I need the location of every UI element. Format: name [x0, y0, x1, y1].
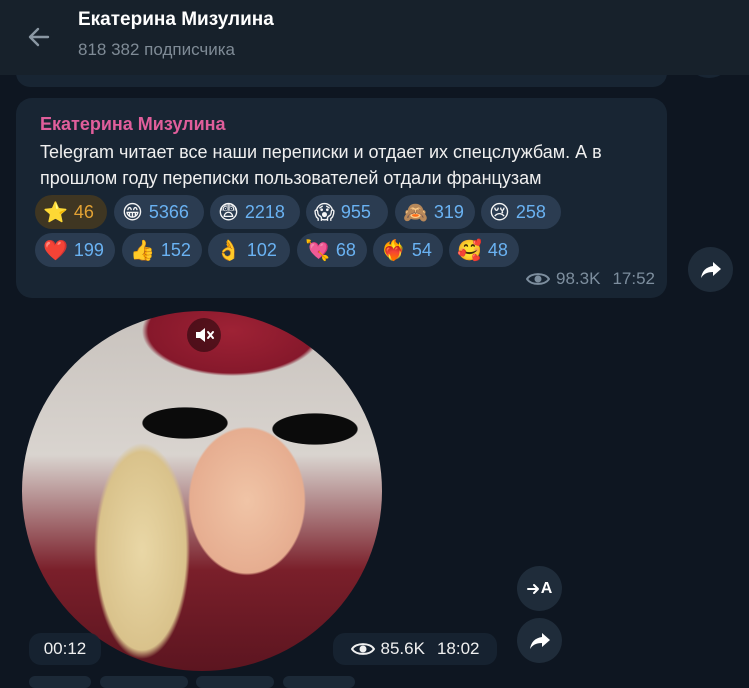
cry-emoji-icon: 😢 [489, 200, 510, 224]
reaction-count: 68 [335, 239, 356, 260]
reaction-heart[interactable]: ❤️ 199 [35, 233, 115, 267]
reaction-star[interactable]: ⭐ 46 [35, 195, 107, 229]
chat-header: Екатерина Мизулина 818 382 подписчика [0, 0, 749, 75]
video-view-count: 85.6K [380, 639, 425, 658]
monkey-emoji-icon: 🙈 [403, 200, 428, 224]
reaction-heart-on-fire[interactable]: ❤️‍🔥 54 [373, 233, 443, 267]
next-message-reactions-edge [0, 676, 749, 688]
subscriber-count: 818 382 подписчика [78, 40, 236, 59]
reaction-count: 46 [73, 201, 94, 222]
message-meta: 98.3K 17:52 [526, 269, 655, 289]
view-count: 98.3K [556, 269, 601, 288]
reaction-count: 54 [411, 239, 432, 260]
muted-speaker-icon[interactable] [187, 318, 221, 352]
message-bubble[interactable]: Екатерина Мизулина Telegram читает все н… [16, 98, 667, 298]
heart-on-fire-emoji-icon: ❤️‍🔥 [381, 238, 406, 262]
ok-hand-emoji-icon: 👌 [216, 238, 241, 262]
heart-emoji-icon: ❤️ [43, 238, 68, 262]
scream-emoji-icon: 😱 [314, 200, 335, 224]
reaction-count: 2218 [244, 201, 285, 222]
video-message[interactable] [22, 311, 382, 671]
fearful-emoji-icon: 😨 [218, 200, 239, 224]
reaction-count: 955 [340, 201, 371, 222]
share-arrow-icon [700, 261, 721, 278]
eye-icon [526, 273, 551, 285]
reaction-fearful[interactable]: 😨 2218 [210, 195, 300, 229]
reaction-count: 102 [246, 239, 277, 260]
reaction-grin[interactable]: 😁 5366 [114, 195, 204, 229]
thumbs-up-emoji-icon: 👍 [130, 238, 155, 262]
channel-title[interactable]: Екатерина Мизулина [78, 9, 274, 31]
reaction-ok-hand[interactable]: 👌 102 [208, 233, 290, 267]
star-emoji-icon: ⭐ [43, 200, 68, 224]
reaction-smiling-hearts[interactable]: 🥰 48 [449, 233, 519, 267]
video-time: 18:02 [436, 639, 480, 658]
video-duration-text: 00:12 [43, 639, 87, 658]
share-button[interactable] [688, 247, 733, 292]
message-text: Telegram читает все наши переписки и отд… [40, 142, 602, 188]
translate-button[interactable]: A [517, 566, 562, 611]
video-duration: 00:12 [29, 633, 101, 665]
reaction-see-no-evil[interactable]: 🙈 319 [395, 195, 475, 229]
reaction-cry[interactable]: 😢 258 [481, 195, 561, 229]
reaction-thumbs-up[interactable]: 👍 152 [122, 233, 202, 267]
reaction-count: 258 [515, 201, 546, 222]
message-sender[interactable]: Екатерина Мизулина [40, 114, 226, 135]
grin-emoji-icon: 😁 [122, 200, 143, 224]
reaction-count: 319 [433, 201, 464, 222]
translate-label: A [540, 579, 553, 597]
heart-arrow-emoji-icon: 💘 [305, 238, 330, 262]
back-arrow-icon[interactable] [24, 22, 54, 52]
eye-icon [350, 643, 375, 655]
reaction-scream[interactable]: 😱 955 [306, 195, 388, 229]
reaction-heart-arrow[interactable]: 💘 68 [297, 233, 367, 267]
message-time: 17:52 [612, 269, 655, 288]
arrow-right-icon [526, 583, 539, 594]
video-meta: 85.6K 18:02 [333, 633, 497, 665]
reaction-count: 48 [487, 239, 508, 260]
smiling-hearts-emoji-icon: 🥰 [457, 238, 482, 262]
share-arrow-icon [529, 632, 550, 649]
reaction-count: 199 [73, 239, 104, 260]
reaction-count: 5366 [148, 201, 189, 222]
reaction-count: 152 [160, 239, 191, 260]
video-share-button[interactable] [517, 618, 562, 663]
